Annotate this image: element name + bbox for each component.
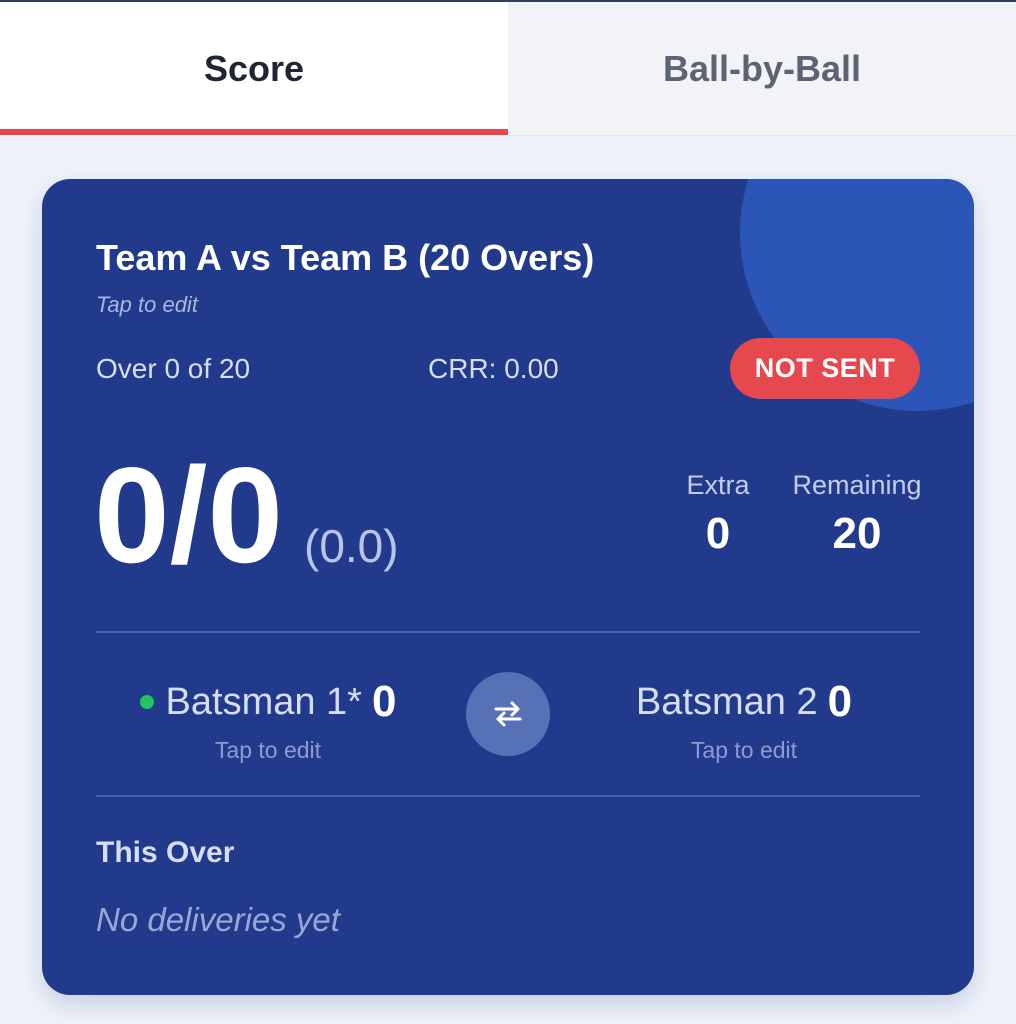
over-progress: Over 0 of 20	[96, 353, 251, 384]
remaining-label: Remaining	[792, 470, 922, 500]
divider	[96, 631, 920, 633]
match-title-edit-hint: Tap to edit	[96, 292, 198, 317]
swap-arrows-icon	[494, 701, 522, 727]
tab-score[interactable]: Score	[0, 2, 508, 135]
tab-bar: Score Ball-by-Ball	[0, 2, 1016, 136]
divider	[96, 795, 920, 797]
batsman-striker[interactable]: Batsman 1* 0 Tap to edit	[122, 677, 414, 764]
extras-stat: Extra 0	[678, 470, 758, 559]
runs-wickets: 0/0	[94, 439, 284, 591]
batsman-edit-hint: Tap to edit	[214, 737, 322, 763]
tab-score-label: Score	[203, 47, 305, 89]
current-run-rate: CRR: 0.00	[428, 353, 559, 384]
this-over-empty-text: No deliveries yet	[96, 901, 340, 938]
batsman-runs: 0	[827, 677, 853, 726]
batsman-name: Batsman 2	[635, 680, 818, 723]
tab-ball-by-ball[interactable]: Ball-by-Ball	[508, 2, 1016, 135]
remaining-stat: Remaining 20	[786, 470, 928, 559]
extras-value: 0	[705, 509, 731, 558]
swap-strike-button[interactable]	[466, 672, 550, 756]
batsman-non-striker[interactable]: Batsman 2 0 Tap to edit	[612, 677, 876, 764]
extras-label: Extra	[686, 470, 750, 500]
scorecard: Team A vs Team B (20 Overs) Tap to edit …	[42, 179, 974, 995]
batsman-runs: 0	[371, 677, 397, 726]
batsman-edit-hint: Tap to edit	[690, 737, 798, 763]
on-strike-dot-icon	[139, 695, 154, 709]
overs-bowled: (0.0)	[304, 520, 399, 572]
tab-ball-by-ball-label: Ball-by-Ball	[662, 47, 862, 89]
batsman-name: Batsman 1*	[165, 680, 362, 723]
this-over-title: This Over	[96, 836, 235, 869]
match-title[interactable]: Team A vs Team B (20 Overs)	[96, 237, 594, 279]
remaining-value: 20	[832, 509, 882, 558]
sync-status-badge: NOT SENT	[730, 338, 920, 399]
